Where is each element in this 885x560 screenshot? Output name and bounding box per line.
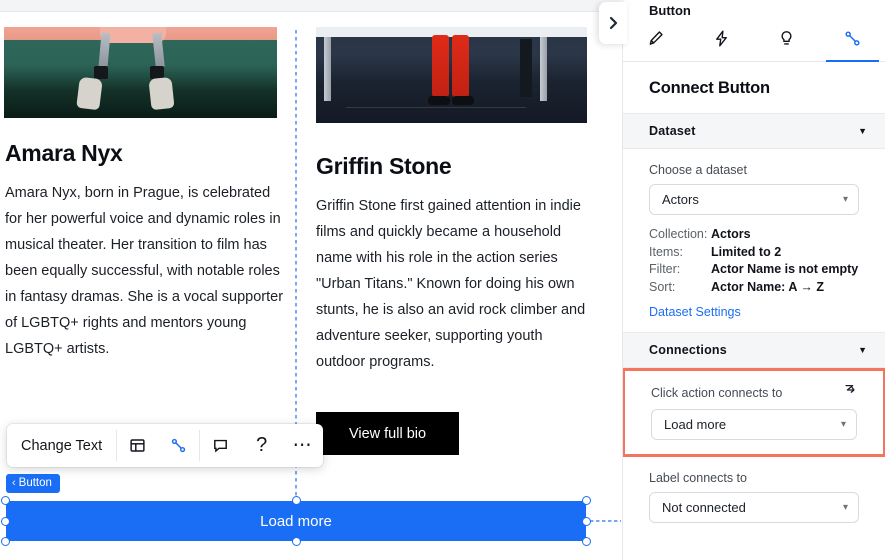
tab-connect[interactable]: [820, 27, 885, 62]
image-cuff-left: [94, 66, 108, 79]
layout-icon[interactable]: [117, 424, 158, 467]
info-value: Actor Name: A → Z: [711, 279, 824, 294]
back-chevron-icon: ‹: [12, 477, 16, 489]
info-value: Actor Name is not empty: [711, 262, 859, 276]
connections-section-body: Click action connects to Load more ▾ Lab…: [623, 368, 885, 523]
image-red-pant-left: [432, 35, 449, 97]
card-image-griffin[interactable]: [316, 27, 587, 123]
panel-title: Button: [649, 3, 691, 18]
connector-line: [590, 520, 621, 522]
dataset-section-title: Dataset: [649, 124, 696, 138]
panel-heading: Connect Button: [649, 79, 770, 97]
chevron-down-icon: ▼: [858, 345, 867, 355]
resize-handle-bottom-center[interactable]: [292, 537, 301, 546]
editor-canvas[interactable]: Amara Nyx Amara Nyx, born in Prague, is …: [0, 0, 621, 560]
info-value: Limited to 2: [711, 244, 782, 259]
chevron-down-icon: ▼: [858, 126, 867, 136]
image-red-pant-right: [452, 35, 469, 97]
click-action-label: Click action connects to: [651, 385, 783, 400]
click-action-select[interactable]: Load more ▾: [651, 409, 857, 440]
element-toolbar[interactable]: Change Text ? ⋯: [7, 424, 324, 467]
help-icon[interactable]: ?: [241, 424, 282, 467]
resize-handle-top-right[interactable]: [582, 496, 591, 505]
tab-tips[interactable]: [754, 27, 820, 61]
choose-dataset-label: Choose a dataset: [649, 163, 747, 177]
card-title-griffin: Griffin Stone: [316, 153, 452, 179]
label-connects-value: Not connected: [662, 500, 746, 515]
click-action-value: Load more: [664, 417, 727, 432]
canvas-top-strip: [0, 0, 621, 12]
view-full-bio-button[interactable]: View full bio: [316, 412, 459, 455]
label-connects-select[interactable]: Not connected ▾: [649, 492, 859, 523]
connections-section-header[interactable]: Connections ▼: [623, 332, 885, 368]
lightbulb-icon: [781, 31, 792, 45]
dataset-info-row: Sort: Actor Name: A → Z: [649, 279, 859, 296]
info-key: Items:: [649, 244, 684, 259]
dataset-info-row: Collection: Actors: [649, 226, 859, 243]
dataset-info-row: Filter: Actor Name is not empty: [649, 261, 859, 278]
change-text-button[interactable]: Change Text: [7, 424, 116, 467]
info-key: Sort:: [649, 279, 676, 294]
info-key: Collection:: [649, 227, 708, 241]
comment-icon[interactable]: [200, 424, 241, 467]
image-shoe-right: [452, 96, 474, 105]
chevron-down-icon: ▾: [840, 419, 846, 430]
card-bio-griffin: Griffin Stone first gained attention in …: [316, 198, 586, 370]
selected-element-label: Button: [18, 477, 52, 489]
chevron-down-icon: ▾: [842, 502, 848, 513]
info-key: Filter:: [649, 262, 681, 276]
connect-icon[interactable]: [158, 424, 199, 467]
tab-design[interactable]: [623, 27, 689, 61]
click-action-highlight: Click action connects to Load more ▾: [623, 368, 885, 457]
more-icon[interactable]: ⋯: [282, 424, 323, 467]
image-dark-leg: [520, 39, 532, 97]
resize-handle-top-center[interactable]: [292, 496, 301, 505]
tab-interactions[interactable]: [689, 27, 755, 61]
dataset-select[interactable]: Actors ▾: [649, 184, 859, 215]
app-root: Amara Nyx Amara Nyx, born in Prague, is …: [0, 0, 885, 560]
card-title-amara: Amara Nyx: [5, 140, 123, 166]
label-connects-block: Label connects to Not connected ▾: [623, 457, 885, 523]
collapse-panel-button[interactable]: [599, 2, 627, 44]
image-shoe-left: [76, 76, 103, 111]
dataset-info-row: Items: Limited to 2: [649, 244, 859, 261]
resize-handle-middle-right[interactable]: [582, 517, 591, 526]
click-action-label-row: Click action connects to: [651, 383, 857, 402]
image-floor-line: [346, 107, 526, 108]
panel-tabs[interactable]: [623, 27, 885, 62]
load-more-selection[interactable]: Load more: [1, 496, 591, 546]
chevron-down-icon: ▾: [842, 194, 848, 205]
dataset-section-body: Choose a dataset Actors ▾ Collection: Ac…: [623, 149, 885, 319]
image-shoe-right: [148, 76, 175, 111]
info-value: Actors: [711, 227, 751, 241]
connect-small-icon[interactable]: [843, 383, 857, 402]
dataset-settings-link[interactable]: Dataset Settings: [649, 305, 859, 319]
card-bio-amara: Amara Nyx, born in Prague, is celebrated…: [5, 185, 284, 357]
resize-handle-middle-left[interactable]: [1, 517, 10, 526]
dataset-info-list: Collection: Actors Items: Limited to 2 F…: [649, 226, 859, 295]
connections-section-title: Connections: [649, 343, 727, 357]
label-connects-label: Label connects to: [649, 471, 747, 485]
image-table-leg-right: [540, 37, 547, 101]
resize-handle-bottom-left[interactable]: [1, 537, 10, 546]
dataset-section-header[interactable]: Dataset ▼: [623, 113, 885, 149]
image-table-leg-left: [324, 37, 331, 101]
brush-icon: [649, 31, 663, 45]
dataset-select-value: Actors: [662, 192, 699, 207]
load-more-button[interactable]: Load more: [6, 501, 586, 541]
connect-icon: [845, 31, 860, 46]
right-inspector-panel: Button Connect Button Dataset ▼ Choose a…: [622, 0, 885, 560]
chevron-right-icon: [609, 16, 617, 30]
image-shoe-left: [428, 96, 450, 105]
lightning-icon: [715, 30, 727, 47]
resize-handle-bottom-right[interactable]: [582, 537, 591, 546]
resize-handle-top-left[interactable]: [1, 496, 10, 505]
selected-element-badge[interactable]: ‹ Button: [6, 474, 60, 493]
card-image-amara[interactable]: [4, 27, 277, 118]
